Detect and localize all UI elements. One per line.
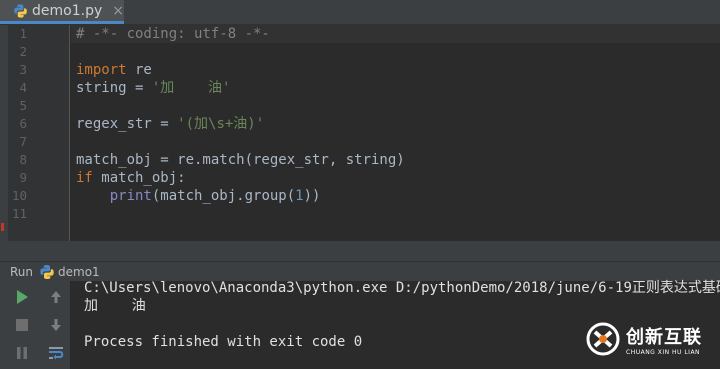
code-token: regex_str = xyxy=(76,116,178,132)
line-number: 11 xyxy=(11,206,27,221)
run-label: Run xyxy=(10,265,34,279)
code-token: match_obj = re.match(regex_str, string) xyxy=(76,152,405,168)
line-number: 6 xyxy=(19,116,27,131)
console-line: Process finished with exit code 0 xyxy=(84,334,363,350)
watermark-subtitle: CHUANG XIN HU LIAN xyxy=(626,348,701,356)
code-line: regex_str = '(加\s+油)' xyxy=(76,115,264,133)
console-line: 加 油 xyxy=(84,298,146,314)
code-line: import re xyxy=(76,61,152,79)
code-line: # -*- coding: utf-8 -*- xyxy=(76,25,270,43)
line-number: 3 xyxy=(19,62,27,77)
arrow-down-icon xyxy=(51,319,61,331)
line-number-gutter: 1 2 3 4 5 6 7 8 9 10 11 xyxy=(8,25,70,241)
play-icon xyxy=(17,290,28,304)
code-token: '加 油' xyxy=(151,80,231,96)
line-number: 7 xyxy=(19,134,27,149)
code-token: )) xyxy=(303,188,321,204)
code-token: print xyxy=(109,188,152,204)
line-number: 5 xyxy=(19,98,27,113)
code-line: match_obj = re.match(regex_str, string) xyxy=(76,151,405,169)
console-line: C:\Users\lenovo\Anaconda3\python.exe D:/… xyxy=(84,280,720,296)
error-marker-icon xyxy=(1,223,4,231)
line-number: 1 xyxy=(19,26,27,41)
tab-close-icon[interactable]: × xyxy=(112,3,124,19)
code-token: match_obj: xyxy=(92,170,186,186)
line-number: 9 xyxy=(19,170,27,185)
watermark-logo-icon xyxy=(586,322,620,356)
code-line: if match_obj: xyxy=(76,169,186,187)
tab-demo1[interactable]: demo1.py × xyxy=(0,0,124,24)
line-number: 2 xyxy=(19,44,27,59)
panel-separator xyxy=(0,241,720,261)
python-file-icon xyxy=(14,3,27,18)
code-token: # -*- coding: utf-8 -*- xyxy=(76,26,270,42)
code-token: '(加\s+油)' xyxy=(177,116,265,132)
watermark-title: 创新互联 xyxy=(626,326,702,348)
pause-button[interactable] xyxy=(11,342,33,364)
editor-tab-bar: demo1.py × xyxy=(0,0,720,25)
code-token: 1 xyxy=(295,188,304,204)
pause-icon xyxy=(17,347,27,359)
code-token: (match_obj.group( xyxy=(151,188,296,204)
python-config-icon xyxy=(40,265,54,279)
line-number: 8 xyxy=(19,152,27,167)
soft-wrap-button[interactable] xyxy=(45,342,67,364)
code-editor[interactable] xyxy=(71,25,720,241)
stop-icon xyxy=(16,319,28,331)
tab-filename: demo1.py xyxy=(32,2,103,19)
run-toolbar xyxy=(0,281,70,369)
line-number: 10 xyxy=(11,188,27,203)
code-line: string = '加 油' xyxy=(76,79,230,97)
code-token: if xyxy=(76,170,93,186)
arrow-up-icon xyxy=(51,291,61,303)
code-line: print(match_obj.group(1)) xyxy=(76,187,321,205)
code-token: string = xyxy=(76,80,152,96)
watermark: 创新互联 CHUANG XIN HU LIAN xyxy=(586,322,702,356)
rerun-button[interactable] xyxy=(11,286,33,308)
run-config-name[interactable]: demo1 xyxy=(58,265,100,279)
scroll-up-button[interactable] xyxy=(45,286,67,308)
code-token: re xyxy=(126,62,152,78)
line-number: 4 xyxy=(19,80,27,95)
scroll-down-button[interactable] xyxy=(45,314,67,336)
soft-wrap-icon xyxy=(49,347,64,360)
stop-button[interactable] xyxy=(11,314,33,336)
code-token: import xyxy=(76,62,127,78)
